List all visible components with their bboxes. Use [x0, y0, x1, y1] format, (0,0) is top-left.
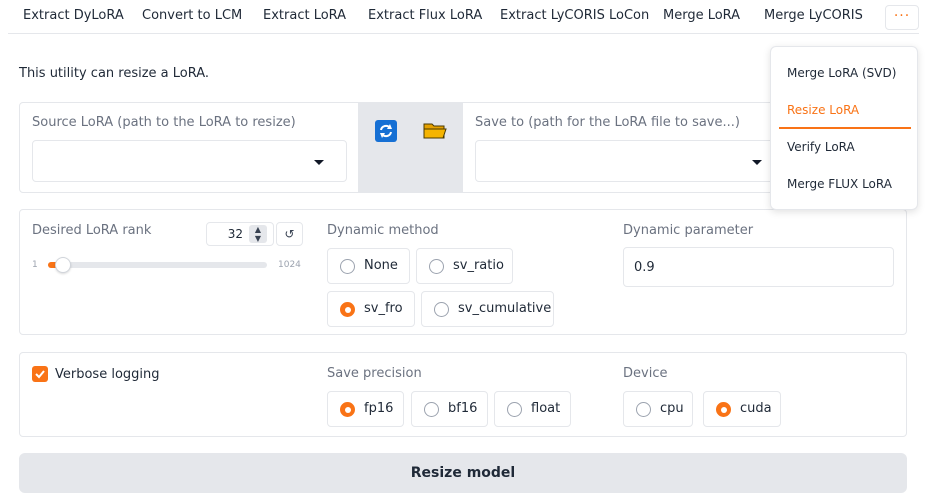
rank-value: 32 [227, 227, 243, 241]
device-label: Device [623, 366, 668, 381]
menu-item-merge-flux-lora[interactable]: Merge FLUX LoRA [787, 177, 892, 191]
tab-overflow-menu: Merge LoRA (SVD) Resize LoRA Verify LoRA… [770, 46, 918, 210]
radio-label: bf16 [448, 401, 478, 416]
rank-slider-handle[interactable] [54, 257, 71, 273]
radio-dot [507, 402, 522, 417]
radio-precision-fp16[interactable]: fp16 [327, 391, 404, 427]
save-to-label: Save to (path for the LoRA file to save.… [475, 115, 740, 130]
radio-precision-bf16[interactable]: bf16 [411, 391, 488, 427]
radio-label: sv_cumulative [458, 301, 552, 316]
radio-dot [636, 402, 651, 417]
resize-model-button[interactable]: Resize model [19, 453, 907, 493]
radio-dynamic-none[interactable]: None [327, 248, 410, 284]
verbose-checkbox[interactable] [32, 366, 48, 382]
radio-dot [340, 259, 355, 274]
more-tabs-button[interactable]: ··· [885, 5, 919, 30]
chevron-down-icon [314, 160, 324, 165]
radio-dot [434, 302, 449, 317]
radio-precision-float[interactable]: float [494, 391, 571, 427]
tab-extract-lycoris-locon[interactable]: Extract LyCORIS LoCon [500, 8, 649, 23]
rank-min-label: 1 [32, 260, 38, 270]
radio-device-cuda[interactable]: cuda [703, 391, 781, 427]
radio-dynamic-sv-ratio[interactable]: sv_ratio [416, 248, 513, 284]
radio-dot [340, 402, 355, 417]
menu-item-merge-lora-svd[interactable]: Merge LoRA (SVD) [787, 66, 896, 80]
radio-dot [340, 302, 355, 317]
source-lora-dropdown[interactable] [32, 140, 347, 182]
save-to-dropdown[interactable] [475, 140, 785, 182]
rank-slider[interactable] [48, 257, 267, 273]
active-tab-indicator [779, 127, 911, 129]
tab-extract-dylora[interactable]: Extract DyLoRA [23, 8, 124, 23]
refresh-icon[interactable] [375, 120, 397, 142]
tab-extract-flux-lora[interactable]: Extract Flux LoRA [368, 8, 482, 23]
radio-label: float [531, 401, 561, 416]
tab-bar: Extract DyLoRA Convert to LCM Extract Lo… [8, 0, 919, 34]
utility-description: This utility can resize a LoRA. [19, 66, 210, 81]
dynamic-method-label: Dynamic method [327, 223, 439, 238]
radio-label: sv_ratio [453, 258, 504, 273]
folder-icon[interactable] [422, 120, 448, 142]
chevron-down-icon [752, 160, 762, 165]
dynamic-parameter-input[interactable]: 0.9 [623, 247, 894, 287]
spinner-icon[interactable]: ▲ ▼ [249, 225, 267, 243]
menu-item-verify-lora[interactable]: Verify LoRA [787, 140, 855, 154]
save-precision-label: Save precision [327, 366, 422, 381]
radio-label: cpu [660, 401, 684, 416]
path-buttons-column [358, 103, 463, 192]
reset-icon[interactable]: ↺ [276, 222, 303, 246]
rank-max-label: 1024 [278, 260, 301, 270]
tab-merge-lora[interactable]: Merge LoRA [663, 8, 740, 23]
radio-dot [716, 402, 731, 417]
tab-convert-to-lcm[interactable]: Convert to LCM [142, 8, 242, 23]
tab-merge-lycoris[interactable]: Merge LyCORIS [764, 8, 863, 23]
menu-item-resize-lora[interactable]: Resize LoRA [787, 103, 859, 117]
radio-label: fp16 [364, 401, 394, 416]
rank-label: Desired LoRA rank [32, 223, 152, 238]
radio-label: None [364, 258, 398, 273]
radio-device-cpu[interactable]: cpu [623, 391, 693, 427]
dynamic-parameter-value: 0.9 [634, 260, 655, 275]
check-icon [35, 370, 45, 379]
radio-dynamic-sv-fro[interactable]: sv_fro [327, 291, 415, 327]
radio-dynamic-sv-cumulative[interactable]: sv_cumulative [421, 291, 554, 327]
verbose-label: Verbose logging [55, 367, 160, 382]
radio-dot [424, 402, 439, 417]
rank-number-input[interactable]: 32 ▲ ▼ [206, 222, 274, 246]
tab-extract-lora[interactable]: Extract LoRA [263, 8, 346, 23]
radio-label: cuda [740, 401, 772, 416]
radio-dot [429, 259, 444, 274]
radio-label: sv_fro [364, 301, 403, 316]
source-lora-label: Source LoRA (path to the LoRA to resize) [32, 115, 296, 130]
dynamic-parameter-label: Dynamic parameter [623, 223, 754, 238]
